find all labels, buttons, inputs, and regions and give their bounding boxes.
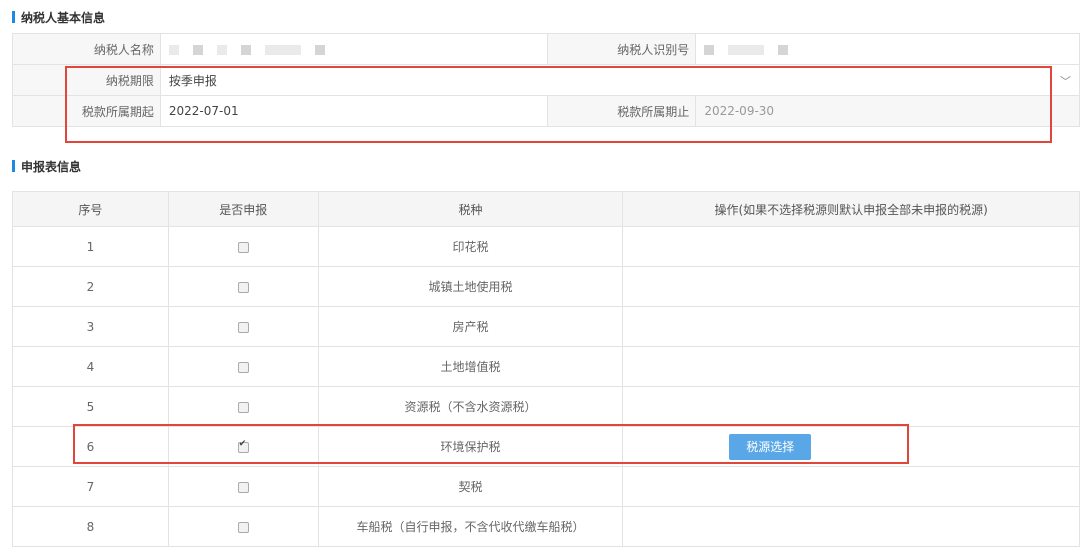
declare-checkbox[interactable]: [237, 321, 249, 333]
row-tax: 土地增值税: [317, 346, 624, 387]
row-tax: 印花税: [317, 226, 624, 267]
tax-period-label: 纳税期限: [12, 64, 161, 96]
chevron-down-icon[interactable]: ﹀: [1060, 73, 1071, 89]
declare-checkbox[interactable]: [237, 521, 249, 533]
declare-checkbox[interactable]: [237, 361, 249, 373]
declaration-table: 序号 是否申报 税种 操作(如果不选择税源则默认申报全部未申报的税源) 1 印花…: [12, 191, 1080, 547]
row-tax: 资源税（不含水资源税）: [317, 386, 624, 427]
row-operation: [622, 306, 1080, 347]
masked-text: [264, 44, 301, 55]
row-operation: [622, 506, 1080, 547]
table-row: 4 土地增值税: [12, 346, 1080, 387]
masked-text: [240, 44, 251, 55]
section-title-declaration: 申报表信息: [12, 158, 81, 174]
table-row: 2 城镇土地使用税: [12, 266, 1080, 307]
taxpayer-id-value: [695, 33, 1080, 65]
masked-text: [216, 44, 227, 55]
table-row: 6 环境保护税 税源选择: [12, 426, 1080, 467]
taxpayer-info-table: 纳税人名称 纳税人识别号 纳税期限 按季申报 ﹀ 税款所属期起 2022-07-…: [12, 33, 1080, 127]
period-end-value: 2022-09-30: [695, 95, 1080, 127]
row-no: 5: [12, 386, 169, 427]
section-title-text: 申报表信息: [21, 159, 82, 174]
table-row: 1 印花税: [12, 226, 1080, 267]
row-operation: [622, 226, 1080, 267]
row-tax: 城镇土地使用税: [317, 266, 624, 307]
taxpayer-name-value: [159, 33, 549, 65]
row-no: 4: [12, 346, 169, 387]
table-row: 7 契税: [12, 466, 1080, 507]
row-no: 3: [12, 306, 169, 347]
row-tax: 环境保护税: [317, 426, 624, 467]
masked-text: [778, 44, 789, 55]
section-title-text: 纳税人基本信息: [21, 10, 106, 25]
row-operation: [622, 266, 1080, 307]
header-no: 序号: [12, 191, 169, 227]
period-start-label: 税款所属期起: [12, 95, 161, 127]
row-no: 2: [12, 266, 169, 307]
row-operation: [622, 466, 1080, 507]
row-no: 6: [12, 426, 169, 467]
declare-checkbox[interactable]: [237, 439, 249, 453]
period-end-label: 税款所属期止: [547, 95, 697, 127]
row-operation: [622, 346, 1080, 387]
section-bar: [12, 11, 15, 23]
masked-text: [192, 44, 203, 55]
section-bar: [12, 160, 15, 172]
row-tax: 房产税: [317, 306, 624, 347]
row-tax: 契税: [317, 466, 624, 507]
table-row: 3 房产税: [12, 306, 1080, 347]
section-title-taxpayer: 纳税人基本信息: [12, 9, 105, 25]
row-operation: 税源选择: [622, 426, 1080, 467]
row-no: 1: [12, 226, 169, 267]
row-tax: 车船税（自行申报，不含代收代缴车船税）: [317, 506, 624, 547]
declare-checkbox[interactable]: [237, 401, 249, 413]
masked-text: [704, 44, 715, 55]
header-operation: 操作(如果不选择税源则默认申报全部未申报的税源): [622, 191, 1080, 227]
header-declare: 是否申报: [167, 191, 319, 227]
taxpayer-id-label: 纳税人识别号: [547, 33, 697, 65]
declare-checkbox[interactable]: [237, 481, 249, 493]
masked-text: [168, 44, 179, 55]
masked-text: [728, 44, 765, 55]
table-row: 8 车船税（自行申报，不含代收代缴车船税）: [12, 506, 1080, 547]
tax-period-value: 按季申报: [168, 73, 217, 88]
tax-source-select-button[interactable]: 税源选择: [729, 433, 812, 460]
header-tax-type: 税种: [317, 191, 624, 227]
row-operation: [622, 386, 1080, 427]
period-start-value: 2022-07-01: [159, 95, 549, 127]
row-no: 8: [12, 506, 169, 547]
table-row: 5 资源税（不含水资源税）: [12, 386, 1080, 427]
declare-checkbox[interactable]: [237, 281, 249, 293]
tax-period-select[interactable]: 按季申报 ﹀: [159, 64, 1080, 96]
taxpayer-name-label: 纳税人名称: [12, 33, 161, 65]
row-no: 7: [12, 466, 169, 507]
masked-text: [314, 44, 325, 55]
declare-checkbox[interactable]: [237, 241, 249, 253]
